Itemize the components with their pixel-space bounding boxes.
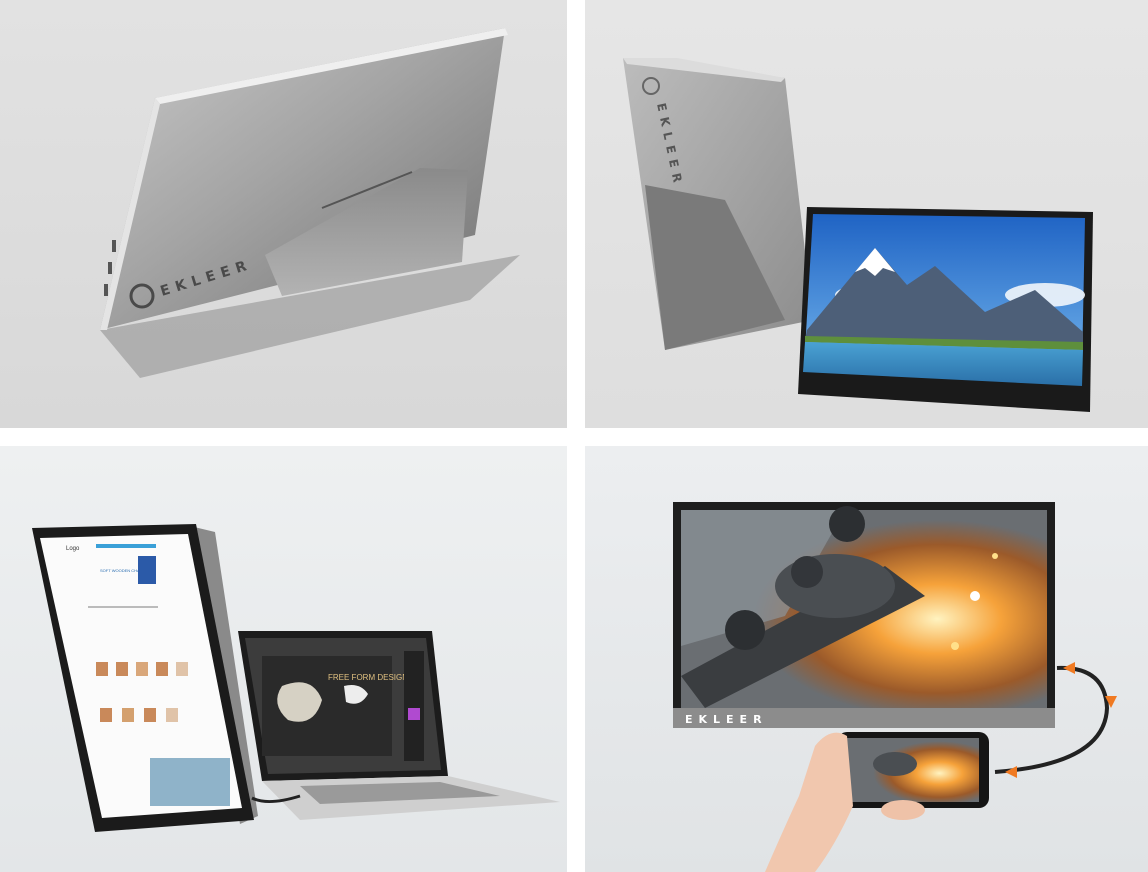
- chair-image: [138, 556, 156, 584]
- product-thumbnail: [136, 662, 148, 676]
- design-app-panel: [404, 651, 424, 761]
- product-thumbnail: [122, 708, 134, 722]
- product-thumbnail: [176, 662, 188, 676]
- aircraft-engine: [791, 556, 823, 588]
- product-thumbnail: [156, 662, 168, 676]
- website-nav-bar: [96, 544, 156, 548]
- usb-port: [112, 240, 116, 252]
- product-thumbnail: [166, 708, 178, 722]
- hdmi-port: [104, 284, 108, 296]
- product-image-grid: EKLEER EKLEER Logo SOFT WOODEN CHAIR FRE…: [0, 0, 1148, 872]
- color-picker: [408, 708, 420, 720]
- panel-rear-kickstand: EKLEER: [0, 0, 567, 428]
- living-room-image: [150, 758, 230, 806]
- spark: [992, 553, 998, 559]
- panel-front-and-back: EKLEER: [585, 0, 1148, 428]
- website-banner-title: SOFT WOODEN CHAIR: [100, 568, 144, 573]
- website-section-divider: [88, 606, 158, 608]
- brand-logo-text: EKLEER: [685, 713, 768, 726]
- product-thumbnail: [144, 708, 156, 722]
- monitor-with-laptop-illustration: Logo SOFT WOODEN CHAIR FREE FORM DESIGN: [32, 524, 560, 832]
- usb-port: [108, 262, 112, 274]
- aircraft-body: [775, 554, 895, 618]
- panel-monitor-with-laptop: Logo SOFT WOODEN CHAIR FREE FORM DESIGN: [0, 446, 567, 872]
- spark: [951, 642, 959, 650]
- rear-kickstand-illustration: EKLEER: [100, 28, 520, 378]
- product-thumbnail: [96, 662, 108, 676]
- product-thumbnail: [100, 708, 112, 722]
- phone-connection-illustration: EKLEER: [673, 502, 1117, 872]
- product-thumbnail: [116, 662, 128, 676]
- thumb: [881, 800, 925, 820]
- aircraft-body: [873, 752, 917, 776]
- spark: [970, 591, 980, 601]
- cable-arrow: [1063, 662, 1075, 674]
- aircraft-engine: [829, 506, 865, 542]
- hand: [765, 732, 853, 872]
- front-and-back-illustration: EKLEER: [623, 58, 1093, 412]
- aircraft-engine: [725, 610, 765, 650]
- website-logo: Logo: [66, 546, 80, 552]
- design-title: FREE FORM DESIGN: [328, 673, 408, 682]
- panel-phone-connection: EKLEER: [585, 446, 1148, 872]
- cable-arrow: [1005, 766, 1017, 778]
